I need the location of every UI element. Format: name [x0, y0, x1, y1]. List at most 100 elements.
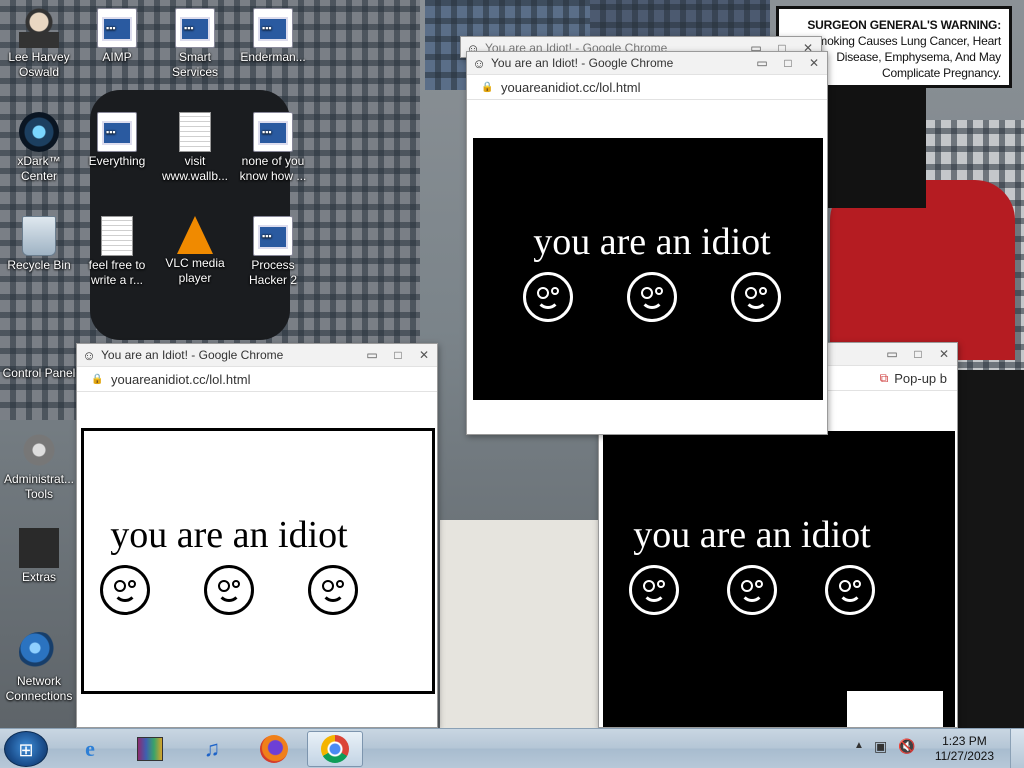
- warning-text: Smoking Causes Lung Cancer, Heart Diseas…: [809, 34, 1001, 80]
- window-title: You are an Idiot! - Google Chrome: [491, 56, 674, 70]
- volume-muted-icon[interactable]: 🔇: [898, 738, 915, 755]
- maximize-button[interactable]: □: [905, 345, 931, 363]
- desktop-icon-label: Lee Harvey Oswald: [8, 50, 70, 79]
- speaker-icon: [19, 112, 59, 152]
- close-button[interactable]: ✕: [801, 54, 827, 72]
- smiley-row: [523, 272, 781, 322]
- app-icon: [97, 112, 137, 152]
- taskbar-internet-explorer[interactable]: e: [62, 731, 118, 767]
- desktop-icon-label: none of you know how ...: [239, 154, 307, 183]
- maximize-button[interactable]: □: [385, 346, 411, 364]
- popup-blocked-icon[interactable]: ⧉: [880, 371, 895, 386]
- document-icon: [101, 216, 133, 256]
- recycle-bin-icon: [22, 216, 56, 256]
- desktop-icon-network-connections[interactable]: Network Connections: [0, 632, 78, 704]
- desktop-icon-process-hacker[interactable]: Process Hacker 2: [234, 216, 312, 288]
- popup-blocked-label[interactable]: Pop-up b: [894, 371, 947, 386]
- desktop-icon-label: Everything: [88, 154, 146, 168]
- desktop-icon-aimp[interactable]: AIMP: [78, 8, 156, 65]
- address-url[interactable]: youareanidiot.cc/lol.html: [495, 80, 640, 95]
- desktop-icon-enderman[interactable]: Enderman...: [234, 8, 312, 65]
- dark-speaker: [955, 370, 1024, 728]
- idiot-content: you are an idiot: [629, 513, 875, 615]
- desktop-icon-vlc[interactable]: VLC media player: [156, 216, 234, 286]
- minimize-button[interactable]: ▭: [359, 346, 385, 364]
- smiley-face-icon: [523, 272, 573, 322]
- chrome-icon: [321, 735, 349, 763]
- warning-heading: SURGEON GENERAL'S WARNING:: [807, 18, 1001, 32]
- maximize-button[interactable]: □: [775, 54, 801, 72]
- network-tray-icon[interactable]: ▣: [874, 738, 887, 755]
- desktop-icon-xdark-center[interactable]: xDark™ Center: [0, 112, 78, 184]
- window-title: You are an Idiot! - Google Chrome: [101, 348, 284, 362]
- desktop-icon-label: Control Panel: [2, 366, 76, 380]
- document-icon: [179, 112, 211, 152]
- smiley-face-icon: [100, 565, 150, 615]
- lock-icon: 🔒: [91, 373, 104, 385]
- desktop-icon-label: Recycle Bin: [7, 258, 71, 272]
- smiley-row: [629, 565, 875, 615]
- clock-date: 11/27/2023: [934, 749, 994, 763]
- desktop-icon-label: feel free to write a r...: [88, 258, 146, 287]
- browser-window-top[interactable]: ☺ You are an Idiot! - Google Chrome ▭ □ …: [466, 51, 828, 435]
- taskbar-winrar[interactable]: [122, 731, 178, 767]
- browser-window-left[interactable]: ☺ You are an Idiot! - Google Chrome ▭ □ …: [76, 343, 438, 728]
- folder-icon: [19, 528, 59, 568]
- smiley-favicon-icon: ☺: [472, 55, 486, 71]
- show-desktop-button[interactable]: [1010, 729, 1024, 768]
- minimize-button[interactable]: ▭: [749, 54, 775, 72]
- chevron-up-icon[interactable]: ▲: [854, 740, 864, 751]
- firefox-icon: [260, 735, 288, 763]
- desktop-icon-label: visit www.wallb...: [161, 154, 229, 183]
- close-button[interactable]: ✕: [931, 345, 957, 363]
- start-button[interactable]: ⊞: [4, 731, 48, 767]
- address-url[interactable]: youareanidiot.cc/lol.html: [105, 372, 250, 387]
- desktop-icon-none-of-you[interactable]: none of you know how ...: [234, 112, 312, 184]
- desktop-icon-everything[interactable]: Everything: [78, 112, 156, 169]
- idiot-text: you are an idiot: [110, 514, 348, 556]
- black-panel: you are an idiot: [473, 138, 823, 400]
- address-bar[interactable]: 🔒 youareanidiot.cc/lol.html: [77, 366, 437, 392]
- control-panel-icon: [19, 320, 59, 364]
- lock-icon: 🔒: [481, 81, 494, 93]
- desktop-icon-label: Enderman...: [240, 50, 306, 64]
- black-panel: you are an idiot: [603, 431, 955, 727]
- desktop-icon-lee-harvey-oswald[interactable]: Lee Harvey Oswald: [0, 8, 78, 80]
- floor: [440, 520, 610, 728]
- internet-explorer-icon: e: [85, 736, 95, 761]
- address-bar[interactable]: 🔒 youareanidiot.cc/lol.html: [467, 74, 827, 100]
- page-content: you are an idiot: [77, 392, 437, 727]
- gear-icon: [175, 8, 215, 48]
- idiot-content: you are an idiot: [100, 513, 358, 615]
- window-titlebar[interactable]: ☺ You are an Idiot! - Google Chrome ▭ □ …: [77, 344, 437, 366]
- tools-icon: [19, 430, 59, 470]
- clock[interactable]: 1:23 PM 11/27/2023: [935, 734, 994, 764]
- close-button[interactable]: ✕: [411, 346, 437, 364]
- smiley-face-icon: [825, 565, 875, 615]
- minimize-button[interactable]: ▭: [879, 345, 905, 363]
- taskbar-firefox[interactable]: [246, 731, 302, 767]
- desktop-icon-label: xDark™ Center: [17, 154, 61, 183]
- desktop-icon-extras[interactable]: Extras: [0, 528, 78, 585]
- desktop-icon-label: Network Connections: [5, 674, 73, 703]
- idiot-text: you are an idiot: [633, 514, 871, 556]
- taskbar-chrome[interactable]: [307, 731, 363, 767]
- desktop-icon-recycle-bin[interactable]: Recycle Bin: [0, 216, 78, 273]
- app-icon: [253, 216, 293, 256]
- desktop-icon-smart-services[interactable]: Smart Services: [156, 8, 234, 80]
- taskbar-music[interactable]: ♫: [184, 731, 240, 767]
- desktop-icon-administrative-tools[interactable]: Administrat... Tools: [0, 430, 78, 502]
- smiley-face-icon: [727, 565, 777, 615]
- music-icon: ♫: [203, 736, 221, 761]
- smiley-face-icon: [629, 565, 679, 615]
- desktop-icon-label: Process Hacker 2: [248, 258, 298, 287]
- smiley-row: [100, 565, 358, 615]
- vlc-icon: [177, 216, 213, 254]
- desktop-icon-visit-wallb[interactable]: visit www.wallb...: [156, 112, 234, 184]
- window-titlebar[interactable]: ☺ You are an Idiot! - Google Chrome ▭ □ …: [467, 52, 827, 74]
- desktop-icon-control-panel[interactable]: Control Panel: [0, 320, 78, 381]
- idiot-content: you are an idiot: [523, 220, 781, 322]
- smiley-face-icon: [627, 272, 677, 322]
- network-icon: [19, 632, 59, 672]
- desktop-icon-feel-free[interactable]: feel free to write a r...: [78, 216, 156, 288]
